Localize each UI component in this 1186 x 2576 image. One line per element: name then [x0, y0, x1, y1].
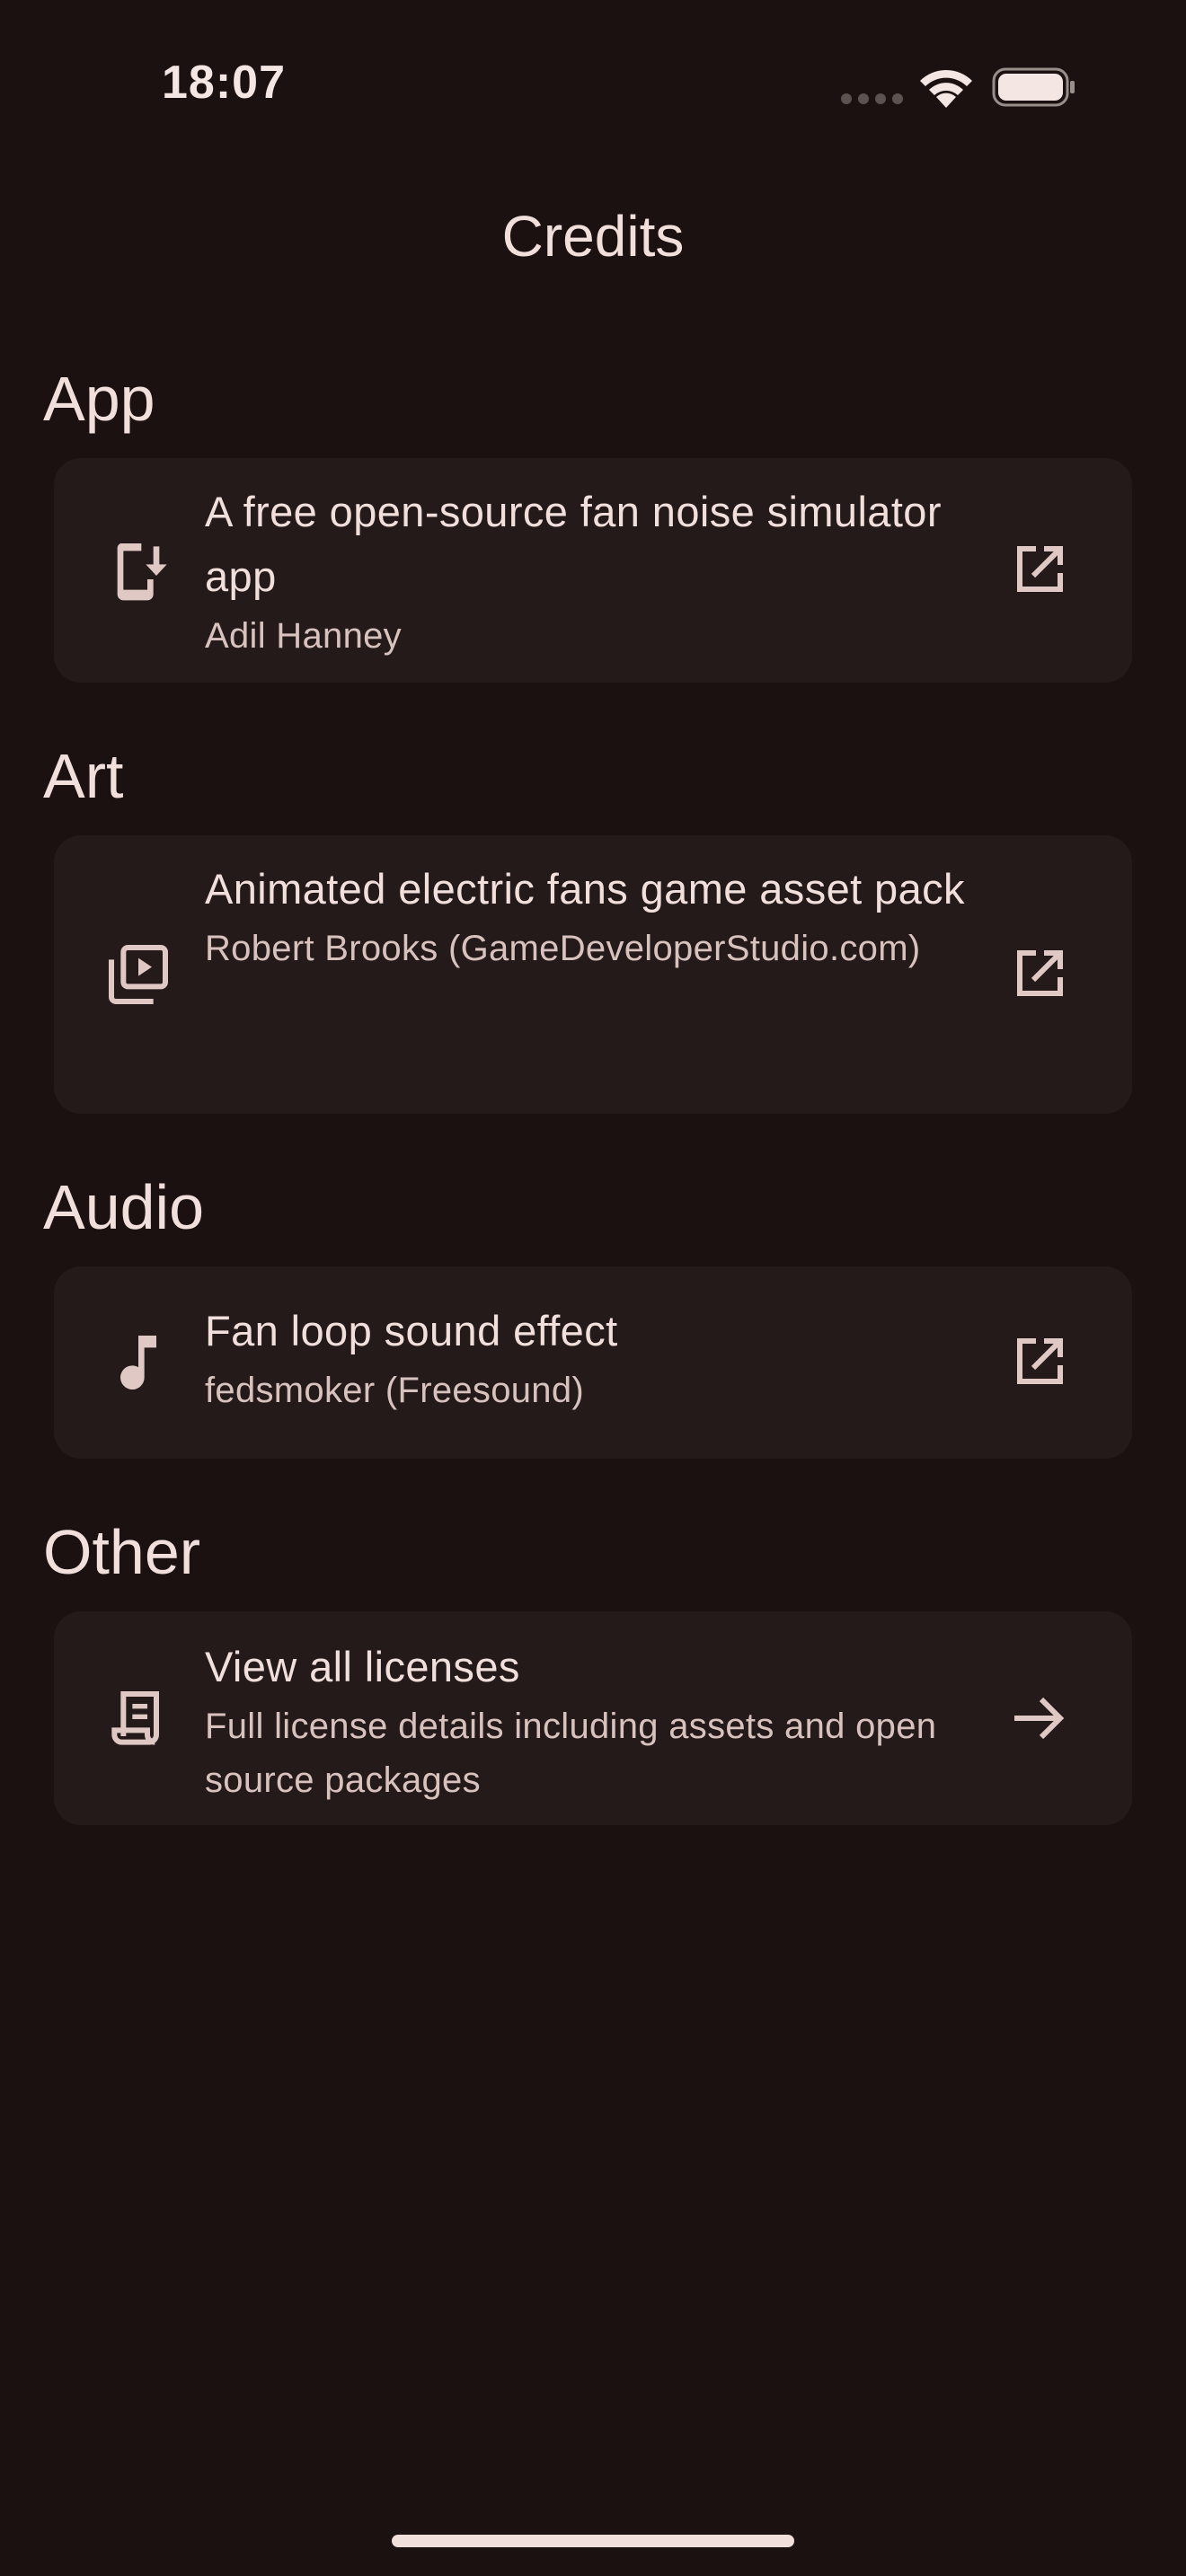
- view-all-licenses-item[interactable]: View all licenses Full license details i…: [54, 1611, 1132, 1825]
- section-header-art: Art: [43, 741, 124, 811]
- open-in-new-icon: [1006, 1330, 1071, 1395]
- credit-item-app[interactable]: A free open-source fan noise simulator a…: [54, 458, 1132, 683]
- credit-item-subtitle: fedsmoker (Freesound): [205, 1371, 585, 1410]
- status-time: 18:07: [162, 57, 286, 109]
- credit-item-subtitle: Robert Brooks (GameDeveloperStudio.com): [205, 929, 921, 968]
- section-header-other: Other: [43, 1517, 201, 1587]
- open-in-new-icon: [1006, 538, 1071, 603]
- section-header-audio: Audio: [43, 1172, 205, 1242]
- credit-item-title: View all licenses: [205, 1643, 520, 1690]
- credit-item-art[interactable]: Animated electric fans game asset pack R…: [54, 835, 1132, 1114]
- credit-item-title: Fan loop sound effect: [205, 1307, 618, 1354]
- status-bar: 18:07: [0, 0, 1186, 171]
- battery-icon: [992, 67, 1075, 107]
- open-in-new-icon: [1006, 942, 1071, 1007]
- wifi-icon: [920, 69, 972, 108]
- section-header-app: App: [43, 364, 155, 434]
- license-document-icon: [102, 1682, 174, 1754]
- credit-item-title: A free open-source fan noise simulator a…: [205, 488, 942, 600]
- arrow-forward-icon: [1006, 1686, 1071, 1751]
- page-title: Credits: [501, 204, 685, 269]
- cellular-signal-icon: [841, 93, 903, 104]
- video-library-icon: [102, 939, 174, 1010]
- home-indicator[interactable]: [392, 2535, 794, 2547]
- credit-item-subtitle: Adil Hanney: [205, 616, 402, 656]
- credit-item-title: Animated electric fans game asset pack: [205, 865, 965, 913]
- credit-item-audio[interactable]: Fan loop sound effect fedsmoker (Freesou…: [54, 1266, 1132, 1459]
- phone-download-icon: [102, 534, 174, 606]
- music-note-icon: [102, 1327, 174, 1398]
- credit-item-subtitle: Full license details including assets an…: [205, 1707, 937, 1800]
